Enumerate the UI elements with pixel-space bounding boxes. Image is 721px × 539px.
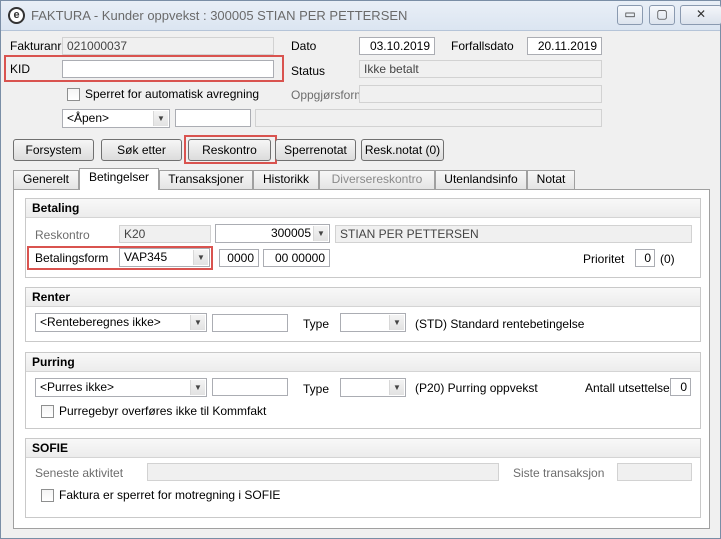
sok-etter-button[interactable]: Søk etter xyxy=(101,139,182,161)
betalingsform-select[interactable]: VAP345 ▼ xyxy=(119,248,210,267)
seneste-aktivitet-field xyxy=(147,463,499,481)
apen-select-value: <Åpen> xyxy=(67,111,110,125)
chevron-down-icon: ▼ xyxy=(193,250,208,265)
sperrenotat-button[interactable]: Sperrenotat xyxy=(275,139,356,161)
betalingsform-value: VAP345 xyxy=(124,250,168,264)
sofie-header: SOFIE xyxy=(26,439,700,458)
chevron-down-icon: ▼ xyxy=(313,226,328,241)
purring-text-field[interactable] xyxy=(212,378,288,396)
tab-diversereskontro: Diversereskontro xyxy=(319,170,435,189)
prioritet-field[interactable]: 0 xyxy=(635,249,655,267)
maximize-button[interactable]: ▢ xyxy=(649,5,675,25)
minimize-button[interactable]: ▭ xyxy=(617,5,643,25)
purring-select-value: <Purres ikke> xyxy=(40,380,115,394)
window-title: FAKTURA - Kunder oppvekst : 300005 STIAN… xyxy=(31,8,408,23)
dato-field[interactable]: 03.10.2019 xyxy=(359,37,435,55)
forfallsdato-label: Forfallsdato xyxy=(451,39,514,53)
siste-transaksjon-label: Siste transaksjon xyxy=(513,466,605,480)
chevron-down-icon: ▼ xyxy=(190,380,205,395)
tab-utenlandsinfo[interactable]: Utenlandsinfo xyxy=(435,170,527,189)
title-bar: e FAKTURA - Kunder oppvekst : 300005 STI… xyxy=(1,1,721,31)
renter-text-field[interactable] xyxy=(212,314,288,332)
purring-header: Purring xyxy=(26,353,700,372)
resknotat-button[interactable]: Resk.notat (0) xyxy=(361,139,444,161)
reskontro-code-field: K20 xyxy=(119,225,211,243)
reskontro-button[interactable]: Reskontro xyxy=(188,139,271,161)
forfallsdato-field[interactable]: 20.11.2019 xyxy=(527,37,602,55)
sofie-sperret-checkbox[interactable] xyxy=(41,489,54,502)
oppgjorsform-field xyxy=(359,85,602,103)
purring-type-select[interactable]: ▼ xyxy=(340,378,406,397)
tab-historikk[interactable]: Historikk xyxy=(253,170,319,189)
renter-type-select[interactable]: ▼ xyxy=(340,313,406,332)
antall-utsettelser-field[interactable]: 0 xyxy=(670,378,691,396)
prioritet-extra: (0) xyxy=(660,252,675,266)
chevron-down-icon: ▼ xyxy=(190,315,205,330)
renter-select[interactable]: <Renteberegnes ikke> ▼ xyxy=(35,313,207,332)
renter-type-description: (STD) Standard rentebetingelse xyxy=(415,317,585,331)
oppgjorsform-label: Oppgjørsform xyxy=(291,88,365,102)
apen-select[interactable]: <Åpen> ▼ xyxy=(62,109,170,128)
fakturanr-field: 021000037 xyxy=(62,37,274,55)
siste-transaksjon-field xyxy=(617,463,692,481)
status-label: Status xyxy=(291,64,326,78)
tab-notat[interactable]: Notat xyxy=(527,170,575,189)
close-icon: ✕ xyxy=(695,7,707,21)
purregebyr-checkbox[interactable] xyxy=(41,405,54,418)
reskontro-number-select[interactable]: 300005 ▼ xyxy=(215,224,330,243)
renter-type-label: Type xyxy=(303,317,330,331)
prioritet-label: Prioritet xyxy=(583,252,625,266)
minimize-icon: ▭ xyxy=(624,7,636,21)
chevron-down-icon: ▼ xyxy=(389,315,404,330)
purring-select[interactable]: <Purres ikke> ▼ xyxy=(35,378,207,397)
kid-input[interactable] xyxy=(62,60,274,78)
reskontro-number-value: 300005 xyxy=(270,226,311,240)
close-button[interactable]: ✕ xyxy=(680,5,721,25)
seneste-aktivitet-label: Seneste aktivitet xyxy=(35,466,124,480)
chevron-down-icon: ▼ xyxy=(153,111,168,126)
sofie-sperret-label: Faktura er sperret for motregning i SOFI… xyxy=(59,488,281,502)
app-logo-icon: e xyxy=(8,7,25,24)
tab-generelt[interactable]: Generelt xyxy=(13,170,79,189)
tab-betingelser[interactable]: Betingelser xyxy=(79,168,159,190)
chevron-down-icon: ▼ xyxy=(389,380,404,395)
renter-header: Renter xyxy=(26,288,700,307)
kid-label: KID xyxy=(10,62,31,76)
purring-type-label: Type xyxy=(303,382,330,396)
fakturanr-label: Fakturanr xyxy=(10,39,62,53)
renter-select-value: <Renteberegnes ikke> xyxy=(40,315,161,329)
forsystem-button[interactable]: Forsystem xyxy=(13,139,94,161)
antall-utsettelser-label: Antall utsettelser xyxy=(585,381,674,395)
tab-transaksjoner[interactable]: Transaksjoner xyxy=(159,170,253,189)
reskontro-name-field: STIAN PER PETTERSEN xyxy=(335,225,692,243)
status-field: Ikke betalt xyxy=(359,60,602,78)
app-window: e FAKTURA - Kunder oppvekst : 300005 STI… xyxy=(0,0,721,539)
betaling-header: Betaling xyxy=(26,199,700,218)
betalingsform-label: Betalingsform xyxy=(35,251,109,265)
sperret-avregning-label: Sperret for automatisk avregning xyxy=(85,87,260,101)
dato-label: Dato xyxy=(291,39,317,53)
sperret-avregning-checkbox[interactable] xyxy=(67,88,80,101)
apen-code-field[interactable] xyxy=(175,109,251,127)
apen-description-field xyxy=(255,109,602,127)
purring-type-description: (P20) Purring oppvekst xyxy=(415,381,538,395)
betalingsform-field-b[interactable]: 00 00000 xyxy=(263,249,330,267)
maximize-icon: ▢ xyxy=(656,7,668,21)
purregebyr-label: Purregebyr overføres ikke til Kommfakt xyxy=(59,404,267,418)
reskontro-label: Reskontro xyxy=(35,228,90,242)
betalingsform-field-a[interactable]: 0000 xyxy=(219,249,259,267)
